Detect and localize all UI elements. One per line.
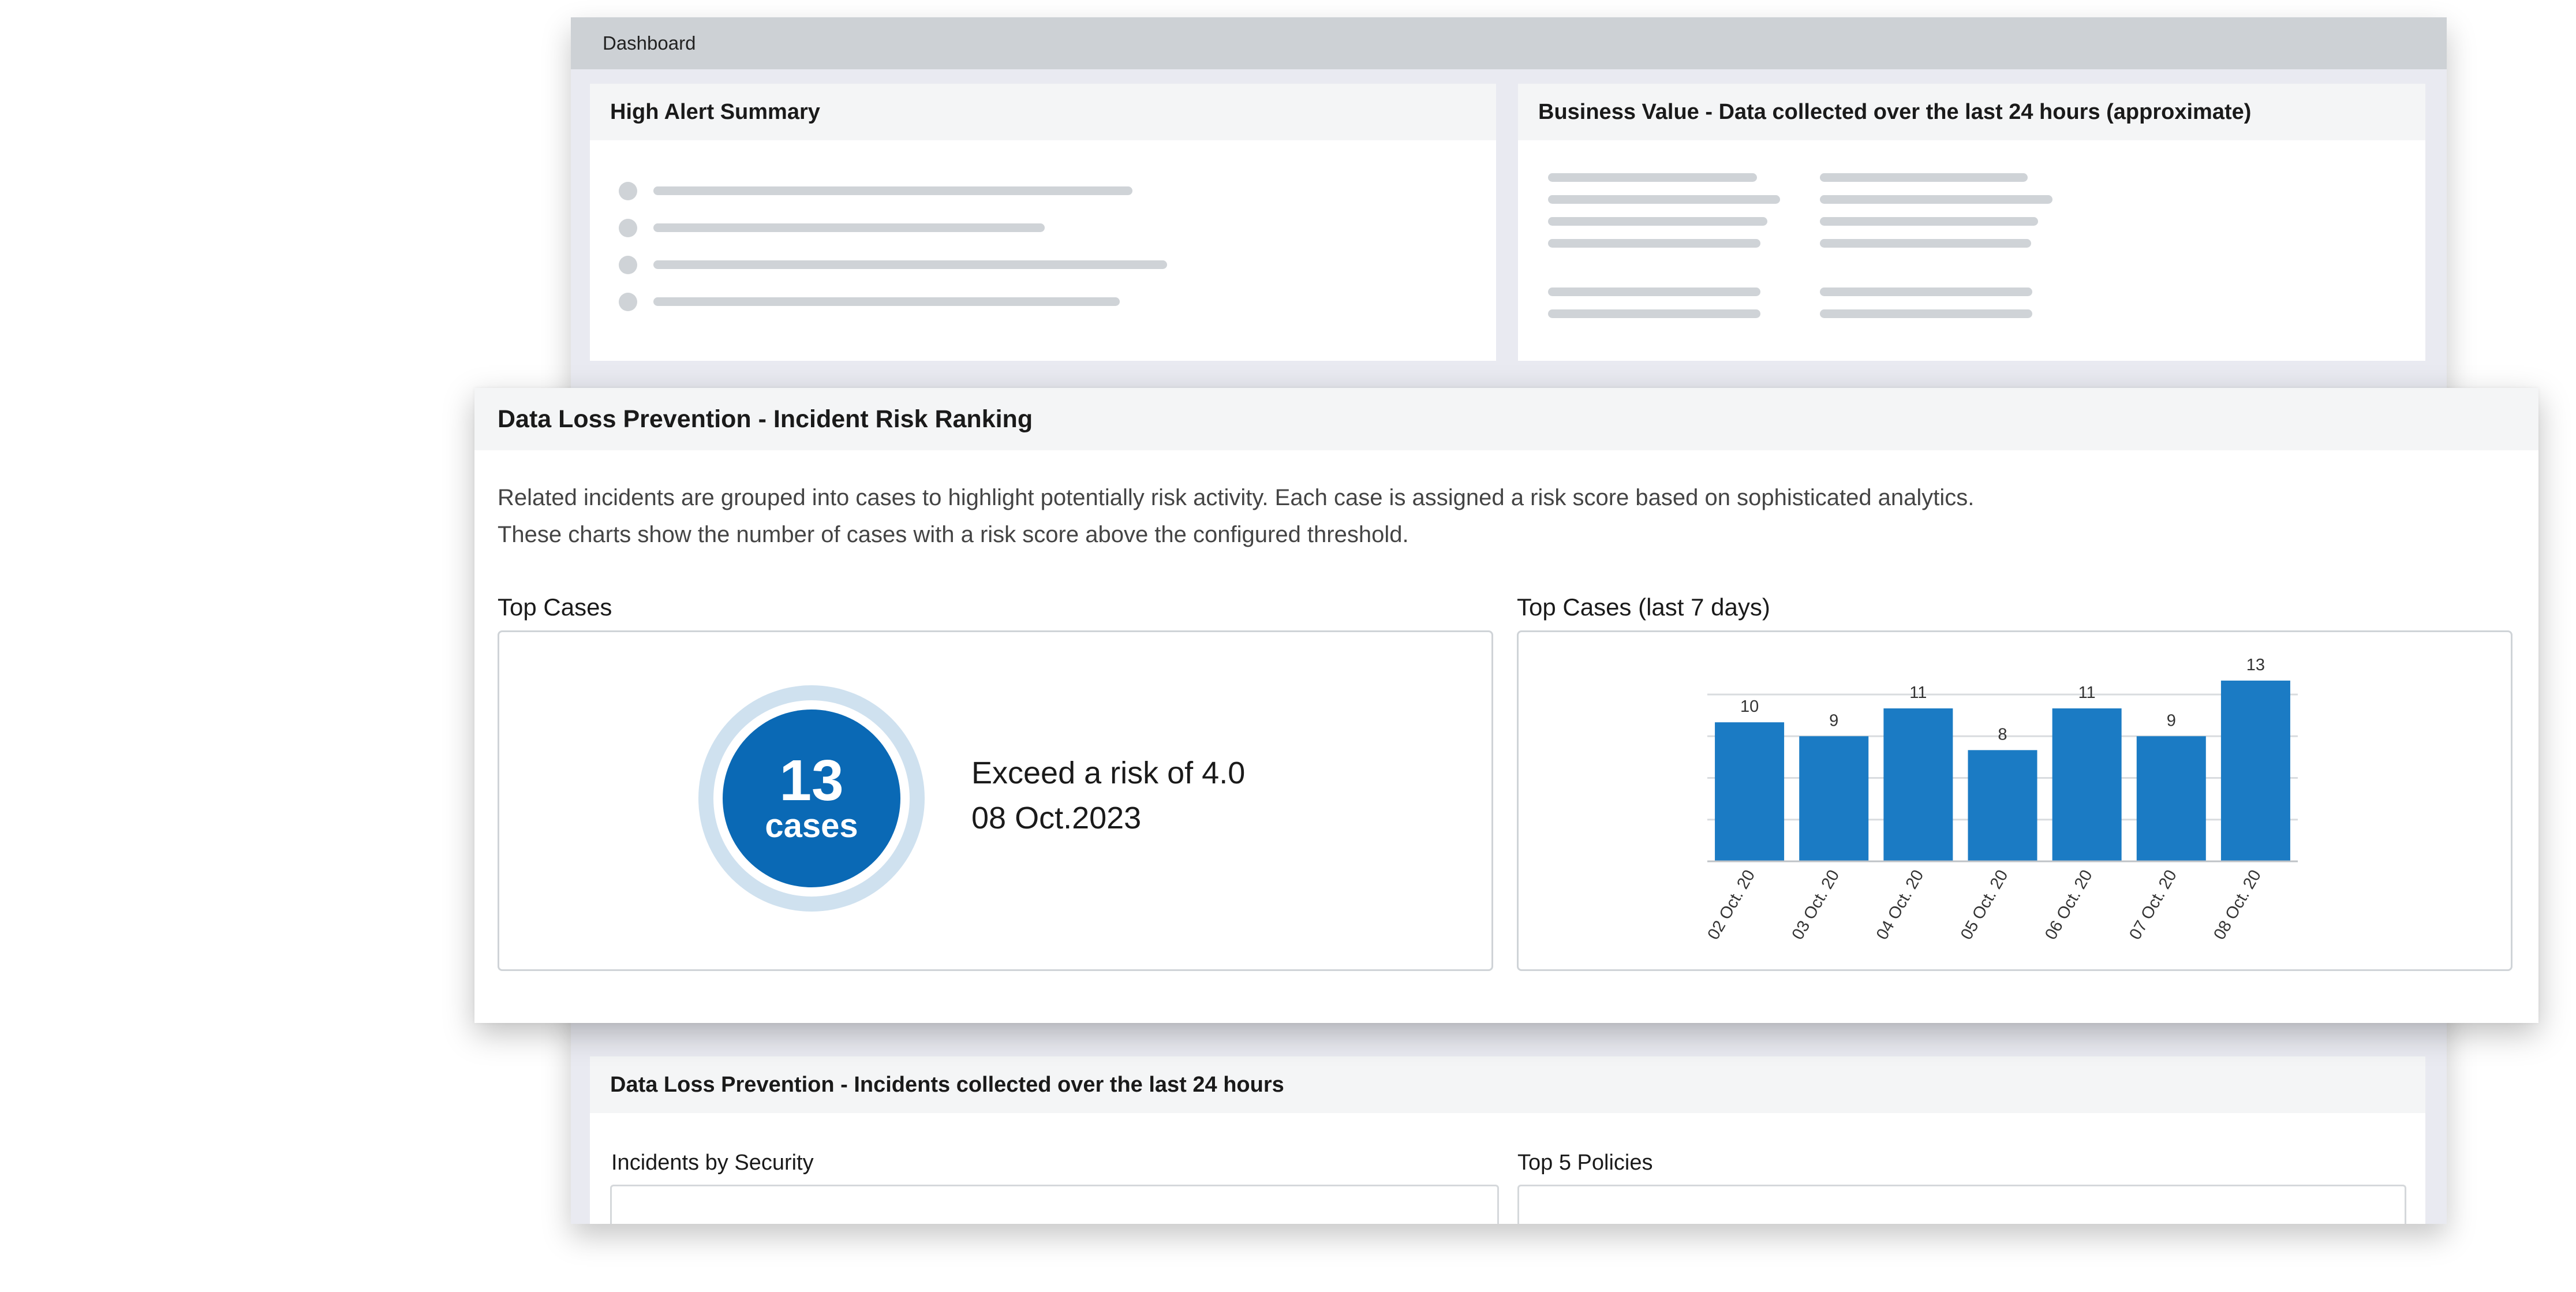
business-value-title: Business Value - Data collected over the…: [1518, 84, 2425, 140]
bar: [2052, 708, 2122, 861]
skeleton-dot: [619, 182, 637, 200]
skeleton-line: [1548, 309, 1760, 318]
bar: [2220, 680, 2290, 861]
top-policies-chart: [1517, 1185, 2406, 1224]
skeleton-line: [1820, 217, 2038, 226]
x-tick-label: 05 Oct. 20: [1957, 867, 2012, 943]
risk-description-line-1: Related incidents are grouped into cases…: [498, 485, 1975, 510]
bar-data-label: 11: [1909, 684, 1927, 702]
incidents-24h-title: Data Loss Prevention - Incidents collect…: [590, 1056, 2425, 1113]
skeleton-line: [1548, 217, 1767, 226]
top-cases-label: Top Cases: [498, 593, 612, 621]
cases-unit: cases: [765, 807, 858, 845]
bar-data-label: 13: [2246, 656, 2265, 674]
incidents-24h-card: Data Loss Prevention - Incidents collect…: [590, 1056, 2425, 1224]
bar-data-label: 10: [1740, 697, 1759, 716]
incidents-by-security-label: Incidents by Security: [611, 1151, 814, 1175]
cases-count: 13: [779, 748, 844, 813]
skeleton-line: [653, 297, 1120, 306]
top-cases-7d-bar-chart: 10 02 Oct. 20 9 03 Oct. 20 11 04 Oct. 20 8 05 O…: [1704, 656, 2298, 943]
incident-risk-ranking-panel: Data Loss Prevention - Incident Risk Ran…: [474, 388, 2538, 1023]
x-tick-label: 07 Oct. 20: [2126, 867, 2181, 943]
bar-data-label: 11: [2078, 684, 2096, 702]
cases-ring: 13 cases: [698, 685, 925, 912]
skeleton-line: [1548, 287, 1760, 296]
high-alert-summary-card: High Alert Summary: [590, 84, 1496, 361]
risk-description-line-2: These charts show the number of cases wi…: [498, 522, 1409, 547]
risk-panel-title: Data Loss Prevention - Incident Risk Ran…: [474, 388, 2538, 450]
skeleton-line: [1820, 287, 2032, 296]
high-alert-summary-title: High Alert Summary: [590, 84, 1496, 140]
top-cases-7d-label: Top Cases (last 7 days): [1517, 593, 1770, 621]
top-cases-card: 13 cases Exceed a risk of 4.0 08 Oct.202…: [498, 630, 1493, 971]
bar: [1968, 750, 2037, 861]
x-tick-label: 03 Oct. 20: [1789, 867, 1844, 943]
risk-summary: Exceed a risk of 4.0 08 Oct.2023: [971, 750, 1245, 841]
bar-data-label: 9: [1829, 711, 1838, 730]
bar: [1799, 736, 1869, 861]
skeleton-line: [1820, 173, 2028, 182]
cases-count-badge: 13 cases: [723, 710, 900, 887]
risk-threshold-text: Exceed a risk of 4.0: [971, 756, 1246, 790]
skeleton-line: [653, 186, 1132, 195]
skeleton-line: [1548, 195, 1780, 204]
bar-data-label: 9: [2167, 711, 2176, 730]
skeleton-line: [1820, 309, 2032, 318]
x-tick-label: 08 Oct. 20: [2210, 867, 2265, 943]
skeleton-dot: [619, 219, 637, 237]
skeleton-line: [1548, 239, 1760, 248]
window-title: Dashboard: [571, 17, 2447, 69]
skeleton-line: [1820, 239, 2031, 248]
business-value-card: Business Value - Data collected over the…: [1518, 84, 2425, 361]
bar: [1715, 722, 1785, 861]
x-tick-label: 04 Oct. 20: [1873, 867, 1928, 943]
x-tick-label: 06 Oct. 20: [2042, 867, 2096, 943]
skeleton-dot: [619, 293, 637, 311]
skeleton-line: [1548, 173, 1757, 182]
bar-data-label: 8: [1998, 725, 2007, 744]
incidents-by-security-chart: [610, 1185, 1499, 1224]
bar: [1883, 708, 1953, 861]
skeleton-dot: [619, 256, 637, 274]
x-tick-label: 02 Oct. 20: [1704, 867, 1759, 943]
top-policies-label: Top 5 Policies: [1517, 1151, 1653, 1175]
skeleton-line: [653, 223, 1045, 232]
risk-date-text: 08 Oct.2023: [971, 801, 1142, 835]
skeleton-line: [1820, 195, 2052, 204]
top-cases-7d-card: 10 02 Oct. 20 9 03 Oct. 20 11 04 Oct. 20 8 05 O…: [1517, 630, 2513, 971]
bar: [2136, 736, 2206, 861]
skeleton-line: [653, 260, 1167, 269]
